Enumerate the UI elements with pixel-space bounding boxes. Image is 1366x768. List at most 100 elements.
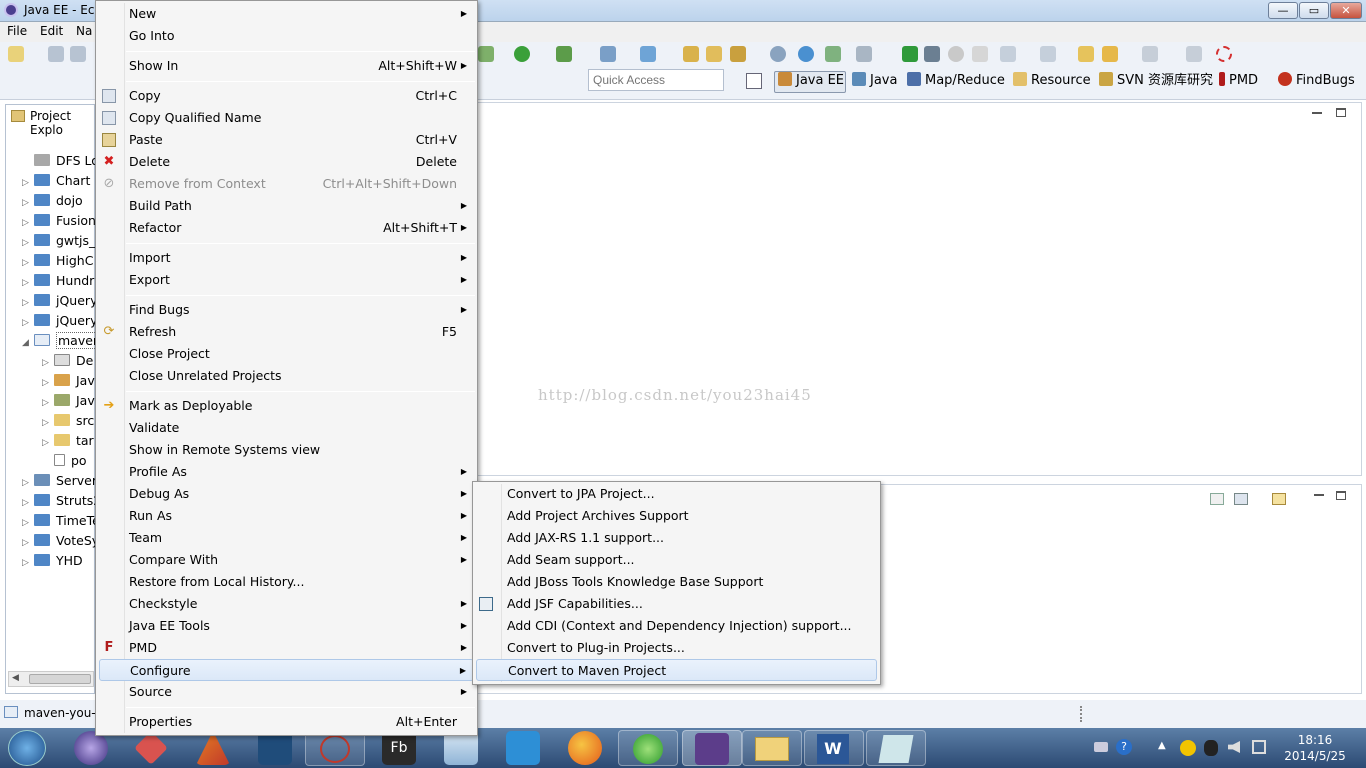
menu-item-restore-from-local-history[interactable]: Restore from Local History... (96, 571, 477, 593)
menu-item-mark-as-deployable[interactable]: ➔ Mark as Deployable (96, 395, 477, 417)
minimize-view-icon[interactable] (1312, 112, 1322, 114)
editor-area[interactable] (477, 102, 1362, 476)
word-taskbar-button[interactable]: W (804, 730, 864, 766)
menu-item-import[interactable]: Import ▶ (96, 247, 477, 269)
perspective-java[interactable]: Java (852, 71, 897, 91)
javaee-taskbar-button[interactable] (682, 730, 742, 766)
menu-navigate[interactable]: Na (76, 24, 92, 38)
matlab-taskbar-icon[interactable] (196, 731, 230, 765)
hand-icon[interactable] (972, 46, 988, 62)
menu-file[interactable]: File (7, 24, 27, 38)
next-annotation-icon[interactable] (1000, 46, 1016, 62)
menu-item-checkstyle[interactable]: Checkstyle ▶ (96, 593, 477, 615)
tray-arrow-icon[interactable]: ▲ (1158, 740, 1166, 751)
tools-taskbar-icon[interactable] (134, 731, 168, 765)
browser-taskbar-button[interactable] (618, 730, 678, 766)
tree-item[interactable]: ▷ Server (22, 473, 97, 488)
task-icon[interactable] (856, 46, 872, 62)
network-icon[interactable] (1252, 740, 1266, 754)
scroll-left-icon[interactable]: ◀ (12, 673, 19, 683)
expand-arrow-icon[interactable]: ▷ (22, 478, 34, 488)
explorer-title[interactable]: Project Explo (30, 109, 94, 137)
minimize-button[interactable]: — (1268, 2, 1298, 19)
tree-item-selected[interactable]: ◢ maven (22, 332, 103, 349)
menu-item-delete[interactable]: ✖ Delete Delete (96, 151, 477, 173)
start-button[interactable] (8, 730, 46, 766)
tree-item[interactable]: ▷ dojo (22, 193, 83, 208)
view-menu-icon[interactable] (1234, 493, 1248, 505)
menu-item-source[interactable]: Source ▶ (96, 681, 477, 703)
expand-arrow-icon[interactable]: ▷ (22, 218, 34, 228)
help-icon[interactable]: ? (1116, 739, 1132, 755)
run-icon[interactable] (514, 46, 530, 62)
new-icon[interactable] (8, 46, 24, 62)
pin-icon[interactable] (1186, 46, 1202, 62)
perspective-resource[interactable]: Resource (1013, 71, 1091, 91)
pen-icon[interactable] (730, 46, 746, 62)
gear-icon[interactable] (924, 46, 940, 62)
expand-arrow-icon[interactable]: ▷ (42, 378, 54, 388)
tree-item[interactable]: ▷ TimeTe (22, 513, 100, 528)
tree-item[interactable]: ▷ jQuery (22, 313, 97, 328)
qq-icon[interactable] (1204, 740, 1218, 756)
menu-item-go-into[interactable]: Go Into (96, 25, 477, 47)
scrollbar-thumb[interactable] (29, 674, 91, 684)
menu-item-close-unrelated-projects[interactable]: Close Unrelated Projects (96, 365, 477, 387)
script-taskbar-icon[interactable] (258, 731, 292, 765)
maximize-view-icon[interactable] (1336, 108, 1346, 117)
open-type-icon[interactable] (683, 46, 699, 62)
horizontal-scrollbar[interactable]: ◀ (8, 671, 94, 687)
back-icon[interactable] (1102, 46, 1118, 62)
tree-item[interactable]: ▷ De (42, 353, 93, 368)
expand-arrow-icon[interactable]: ▷ (22, 318, 34, 328)
tree-item[interactable]: po (42, 453, 87, 468)
open-folder-icon[interactable] (706, 46, 722, 62)
collapse-arrow-icon[interactable]: ◢ (22, 338, 34, 348)
expand-arrow-icon[interactable]: ▷ (22, 198, 34, 208)
menu-item-team[interactable]: Team ▶ (96, 527, 477, 549)
menu-item-compare-with[interactable]: Compare With ▶ (96, 549, 477, 571)
expand-arrow-icon[interactable]: ▷ (22, 278, 34, 288)
submenu-item-add-project-archives[interactable]: Add Project Archives Support (473, 505, 880, 527)
menu-item-show-in-remote-systems[interactable]: Show in Remote Systems view (96, 439, 477, 461)
expand-arrow-icon[interactable]: ▷ (22, 498, 34, 508)
new-package-icon[interactable] (640, 46, 656, 62)
menu-item-java-ee-tools[interactable]: Java EE Tools ▶ (96, 615, 477, 637)
perspective-java-ee[interactable]: Java EE (778, 71, 844, 91)
tree-item[interactable]: ▷ gwtjs_ (22, 233, 95, 248)
expand-arrow-icon[interactable]: ▷ (22, 258, 34, 268)
minimize-view-icon[interactable] (1314, 494, 1324, 496)
menu-item-export[interactable]: Export ▶ (96, 269, 477, 291)
new-class-icon[interactable] (600, 46, 616, 62)
menu-item-debug-as[interactable]: Debug As ▶ (96, 483, 477, 505)
server-icon[interactable] (478, 46, 494, 62)
open-perspective-icon[interactable] (746, 73, 762, 89)
expand-arrow-icon[interactable]: ▷ (22, 558, 34, 568)
menu-item-build-path[interactable]: Build Path ▶ (96, 195, 477, 217)
menu-item-validate[interactable]: Validate (96, 417, 477, 439)
submenu-item-add-jsf[interactable]: Add JSF Capabilities... (473, 593, 880, 615)
prev-annotation-icon[interactable] (1040, 46, 1056, 62)
perspective-pmd[interactable]: PMD (1219, 71, 1258, 91)
panel-toolbar-icon[interactable] (1210, 493, 1224, 505)
forward-icon[interactable] (1142, 46, 1158, 62)
maximize-button[interactable]: ▭ (1299, 2, 1329, 19)
keyboard-icon[interactable] (1094, 742, 1108, 752)
menu-item-close-project[interactable]: Close Project (96, 343, 477, 365)
tray-clock[interactable]: 18:16 2014/5/25 (1270, 732, 1360, 764)
stop-icon[interactable] (948, 46, 964, 62)
expand-arrow-icon[interactable]: ▷ (22, 518, 34, 528)
close-button[interactable]: ✕ (1330, 2, 1362, 19)
expand-arrow-icon[interactable]: ▷ (22, 538, 34, 548)
expand-arrow-icon[interactable]: ▷ (22, 298, 34, 308)
submenu-item-add-cdi[interactable]: Add CDI (Context and Dependency Injectio… (473, 615, 880, 637)
tree-item[interactable]: ▷ Hundr (22, 273, 94, 288)
tree-item[interactable]: ▷ src (42, 413, 94, 428)
search-icon[interactable] (770, 46, 786, 62)
tree-item[interactable]: DFS Lo (22, 153, 99, 168)
menu-item-properties[interactable]: Properties Alt+Enter (96, 711, 477, 733)
eclipse-taskbar-icon[interactable] (74, 731, 108, 765)
menu-item-show-in[interactable]: Show In Alt+Shift+W ▶ (96, 55, 477, 77)
quick-access-input[interactable] (588, 69, 724, 91)
tree-item[interactable]: ▷ Fusion (22, 213, 96, 228)
